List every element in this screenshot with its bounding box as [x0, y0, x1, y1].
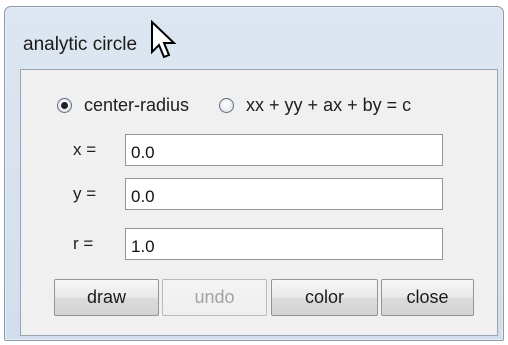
- x-input[interactable]: [125, 134, 443, 166]
- r-input[interactable]: [125, 228, 443, 260]
- center-radius-radio[interactable]: [57, 97, 72, 113]
- mode-radio-group: center-radius xx + yy + ax + by = c: [57, 94, 411, 116]
- undo-button[interactable]: undo: [162, 279, 267, 316]
- r-label: r =: [73, 234, 94, 253]
- radio-selected-dot: [61, 101, 68, 109]
- general-equation-radio[interactable]: [219, 97, 235, 113]
- dialog-window: analytic circle center-radius xx + yy + …: [4, 6, 504, 341]
- close-button[interactable]: close: [381, 279, 474, 316]
- draw-button[interactable]: draw: [54, 279, 159, 316]
- y-label: y =: [73, 184, 97, 203]
- color-button[interactable]: color: [271, 279, 378, 316]
- window-title: analytic circle: [23, 34, 138, 55]
- general-equation-label[interactable]: xx + yy + ax + by = c: [246, 95, 411, 116]
- center-radius-label[interactable]: center-radius: [84, 95, 189, 116]
- y-input[interactable]: [125, 178, 443, 210]
- x-label: x =: [73, 140, 97, 159]
- dialog-content: center-radius xx + yy + ax + by = c x = …: [20, 69, 498, 336]
- mouse-pointer-icon: [151, 20, 177, 59]
